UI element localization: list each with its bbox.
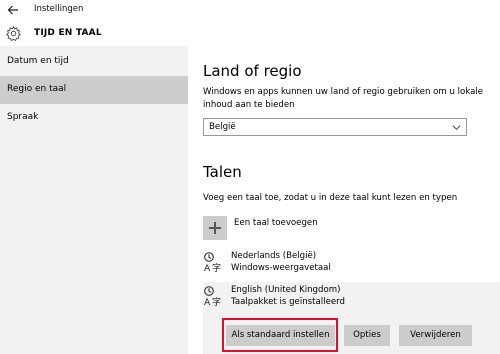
remove-button[interactable]: Verwijderen [399,325,472,346]
window-title: Instellingen [34,4,84,14]
back-arrow-icon[interactable] [6,3,20,17]
language-icon: A 字 [204,252,221,273]
languages-description: Voeg een taal toe, zodat u in deze taal … [203,193,458,203]
sidebar-item-datum-en-tijd[interactable]: Datum en tijd [0,48,188,76]
language-status: Windows-weergavetaal [231,263,331,273]
highlight-annotation [222,318,338,352]
sidebar-item-regio-en-taal[interactable]: Regio en taal [0,76,188,104]
sidebar-item-label: Regio en taal [7,84,67,94]
gear-icon [6,25,21,41]
add-language-button[interactable]: Een taal toevoegen [203,216,403,240]
region-heading: Land of regio [203,62,302,80]
sidebar-item-spraak[interactable]: Spraak [0,104,188,132]
language-name: Nederlands (België) [231,251,317,261]
languages-heading: Talen [203,163,242,181]
page-header: TIJD EN TAAL [0,22,500,46]
sidebar-item-label: Datum en tijd [7,56,69,66]
section-title: TIJD EN TAAL [34,28,102,38]
options-button[interactable]: Opties [344,325,390,346]
language-name: English (United Kingdom) [231,285,341,295]
country-dropdown[interactable]: België [203,118,467,136]
language-actions: Als standaard instellen Opties Verwijder… [203,314,500,354]
language-item-english[interactable]: A 字 English (United Kingdom) Taalpakket … [203,282,500,314]
plus-icon [203,216,227,240]
svg-text:A: A [204,264,211,273]
region-description: Windows en apps kunnen uw land of regio … [203,87,484,110]
svg-text:字: 字 [212,262,221,273]
sidebar-item-label: Spraak [7,112,39,122]
country-dropdown-value: België [209,122,236,132]
language-status: Taalpakket is geïnstalleerd [231,297,345,307]
svg-text:字: 字 [212,296,221,307]
add-language-label: Een taal toevoegen [234,218,318,228]
language-icon: A 字 [204,286,221,307]
sidebar: Datum en tijd Regio en taal Spraak [0,46,188,354]
svg-text:A: A [204,298,211,307]
title-bar: Instellingen [0,0,500,22]
chevron-down-icon [452,125,461,130]
main-content: Land of regio Windows en apps kunnen uw … [188,46,500,354]
